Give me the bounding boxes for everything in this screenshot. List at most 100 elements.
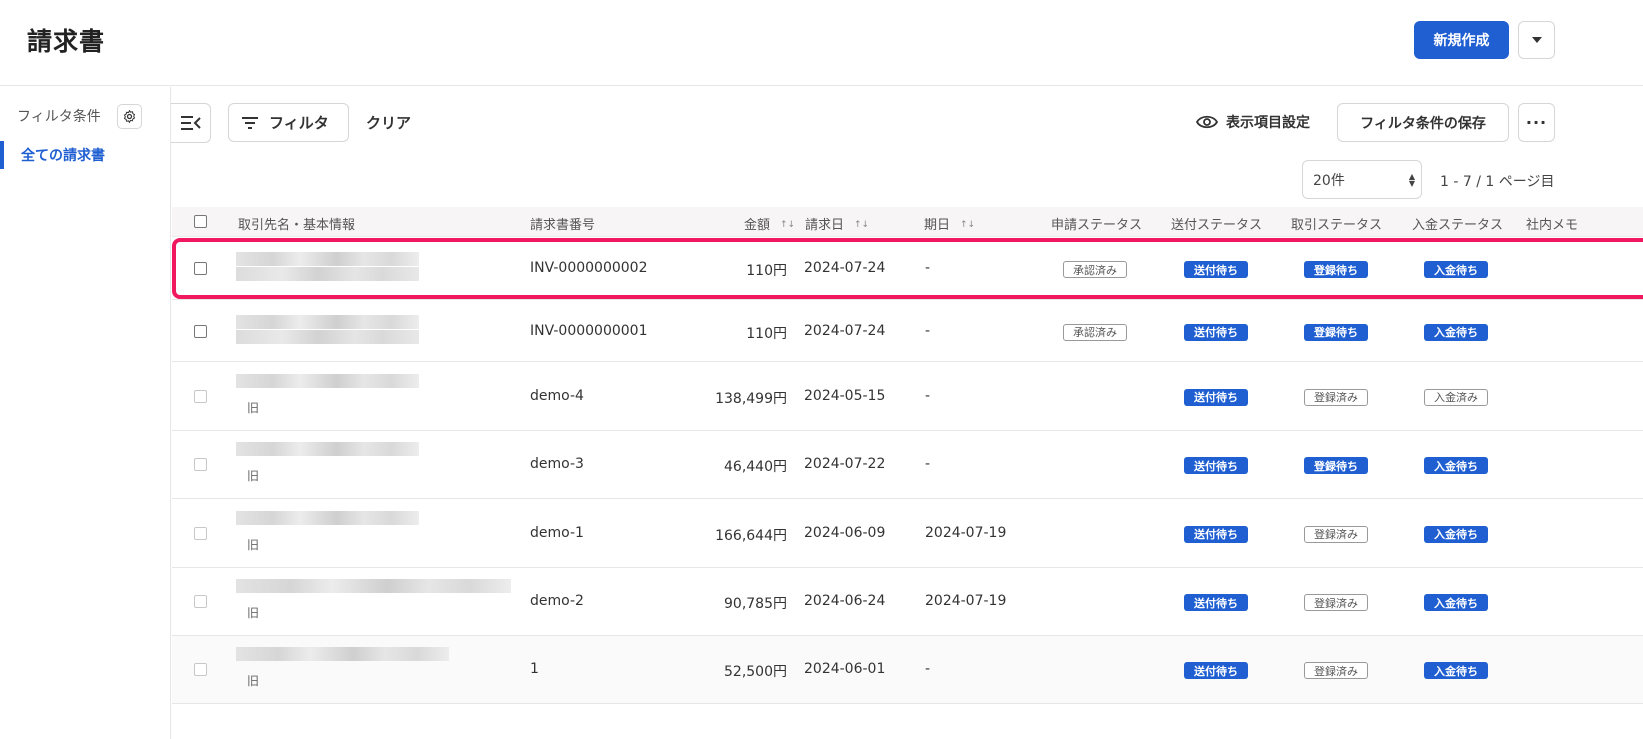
table-header: 取引先名・基本情報 請求書番号 金額 ↑↓ 請求日 ↑↓ 期日 ↑↓ 申請ステータス … — [172, 207, 1643, 237]
select-arrows-icon: ▲ ▼ — [1408, 172, 1415, 188]
row-checkbox[interactable] — [194, 458, 207, 471]
filter-button-label: フィルタ — [269, 114, 329, 132]
deal-status-badge: 登録済み — [1304, 525, 1368, 543]
collapse-menu-icon — [180, 116, 201, 130]
col-issue-date[interactable]: 請求日 ↑↓ — [805, 214, 869, 233]
issue-date: 2024-06-01 — [804, 661, 886, 677]
sidebar-item-all-invoices[interactable]: 全ての請求書 — [0, 139, 170, 171]
due-date: - — [925, 387, 931, 404]
due-date: - — [925, 322, 931, 339]
redacted-partner-name — [236, 442, 419, 456]
row-checkbox[interactable] — [194, 595, 207, 608]
invoice-number[interactable]: demo-1 — [530, 525, 584, 541]
table-row[interactable]: 旧 demo-4 138,499円 2024-05-15 - 送付待ち 登録済み 入金済み — [172, 362, 1643, 431]
due-date: 2024-07-19 — [925, 524, 1007, 541]
redacted-partner-name — [236, 647, 449, 661]
amount: 110円 — [746, 325, 787, 342]
redacted-partner-info — [236, 267, 419, 281]
col-partner: 取引先名・基本情報 — [238, 218, 356, 233]
due-date: - — [925, 456, 931, 472]
payment-status-badge: 入金済み — [1424, 388, 1488, 406]
page-size-select[interactable]: 20件 ▲ ▼ — [1302, 160, 1422, 199]
sort-icon: ↑↓ — [780, 220, 796, 230]
send-status-badge: 送付待ち — [1184, 323, 1248, 341]
redacted-partner-name — [236, 314, 419, 329]
display-settings-button[interactable]: 表示項目設定 — [1196, 112, 1310, 132]
invoice-number[interactable]: demo-4 — [530, 388, 584, 404]
invoice-number[interactable]: demo-3 — [530, 456, 584, 472]
row-checkbox[interactable] — [194, 324, 207, 338]
issue-date: 2024-05-15 — [804, 387, 886, 404]
send-status-badge: 送付待ち — [1184, 525, 1248, 543]
send-status-badge: 送付待ち — [1184, 662, 1248, 679]
redacted-partner-info — [236, 329, 419, 344]
active-indicator — [0, 141, 4, 169]
due-date: - — [925, 661, 931, 677]
sidebar-item-label: 全ての請求書 — [21, 148, 105, 164]
application-status-badge: 承認済み — [1063, 323, 1127, 341]
old-tag: 旧 — [247, 674, 260, 688]
sort-icon: ↑↓ — [960, 220, 976, 230]
table-row[interactable]: INV-0000000001 110円 2024-07-24 - 承認済み 送付待ち 登録待… — [172, 301, 1643, 362]
send-status-badge: 送付待ち — [1184, 388, 1248, 406]
display-settings-label: 表示項目設定 — [1226, 115, 1310, 131]
more-options-button[interactable]: ··· — [1518, 103, 1555, 142]
col-issue-date-label: 請求日 — [805, 218, 845, 233]
amount: 110円 — [746, 263, 787, 279]
page-title: 請求書 — [27, 27, 106, 56]
col-due-date[interactable]: 期日 ↑↓ — [924, 214, 975, 233]
sort-icon: ↑↓ — [854, 220, 870, 230]
issue-date: 2024-06-24 — [804, 593, 886, 609]
redacted-partner-name — [236, 252, 419, 266]
row-checkbox[interactable] — [194, 389, 207, 403]
deal-status-badge: 登録済み — [1304, 388, 1368, 406]
col-send-status: 送付ステータス — [1171, 218, 1263, 233]
select-all-checkbox[interactable] — [194, 215, 207, 228]
application-status-badge: 承認済み — [1063, 261, 1127, 278]
payment-status-badge: 入金待ち — [1424, 261, 1488, 278]
table-row[interactable]: 旧 demo-3 46,440円 2024-07-22 - 送付待ち 登録待ち 入金待ち — [172, 431, 1643, 499]
send-status-badge: 送付待ち — [1184, 594, 1248, 611]
sidebar: フィルタ条件 全ての請求書 — [0, 87, 171, 739]
invoice-number[interactable]: INV-0000000001 — [530, 323, 647, 339]
filter-settings-button[interactable] — [117, 104, 142, 129]
col-application-status: 申請ステータス — [1051, 218, 1143, 233]
filter-icon — [242, 116, 258, 129]
payment-status-badge: 入金待ち — [1424, 457, 1488, 474]
col-amount[interactable]: 金額 ↑↓ — [744, 214, 795, 233]
deal-status-badge: 登録済み — [1304, 662, 1368, 679]
deal-status-badge: 登録待ち — [1304, 261, 1368, 278]
save-filter-button[interactable]: フィルタ条件の保存 — [1337, 103, 1509, 142]
filter-conditions-label: フィルタ条件 — [17, 109, 101, 125]
page-header: 請求書 新規作成 — [0, 0, 1643, 86]
amount: 166,644円 — [715, 527, 787, 544]
row-checkbox[interactable] — [194, 262, 207, 275]
redacted-partner-name — [236, 510, 419, 525]
eye-icon — [1196, 115, 1218, 129]
issue-date: 2024-07-24 — [804, 260, 886, 276]
deal-status-badge: 登録待ち — [1304, 323, 1368, 341]
new-invoice-button[interactable]: 新規作成 — [1414, 21, 1509, 59]
amount: 52,500円 — [724, 664, 787, 680]
row-checkbox[interactable] — [194, 663, 207, 676]
invoice-number[interactable]: INV-0000000002 — [530, 260, 647, 276]
old-tag: 旧 — [247, 606, 260, 620]
col-amount-label: 金額 — [744, 218, 771, 233]
collapse-sidebar-button[interactable] — [171, 103, 211, 143]
table-row[interactable]: 旧 demo-2 90,785円 2024-06-24 2024-07-19 送付待ち 登録… — [172, 568, 1643, 636]
table-row[interactable]: 旧 demo-1 166,644円 2024-06-09 2024-07-19 送付待ち 登… — [172, 499, 1643, 568]
table-row[interactable]: INV-0000000002 110円 2024-07-24 - 承認済み 送付待ち 登録待… — [172, 238, 1643, 300]
clear-filter-button[interactable]: クリア — [366, 112, 411, 133]
redacted-partner-name — [236, 579, 511, 593]
table-row[interactable]: 旧 1 52,500円 2024-06-01 - 送付待ち 登録済み 入金待ち — [172, 636, 1643, 704]
new-options-dropdown-button[interactable] — [1518, 21, 1555, 59]
invoice-number[interactable]: 1 — [530, 661, 539, 677]
filter-button[interactable]: フィルタ — [228, 103, 349, 142]
old-tag: 旧 — [247, 400, 260, 415]
col-invoice-no: 請求書番号 — [530, 218, 596, 233]
issue-date: 2024-07-22 — [804, 456, 886, 472]
old-tag: 旧 — [247, 469, 260, 483]
deal-status-badge: 登録済み — [1304, 594, 1368, 611]
invoice-number[interactable]: demo-2 — [530, 593, 584, 609]
row-checkbox[interactable] — [194, 526, 207, 540]
